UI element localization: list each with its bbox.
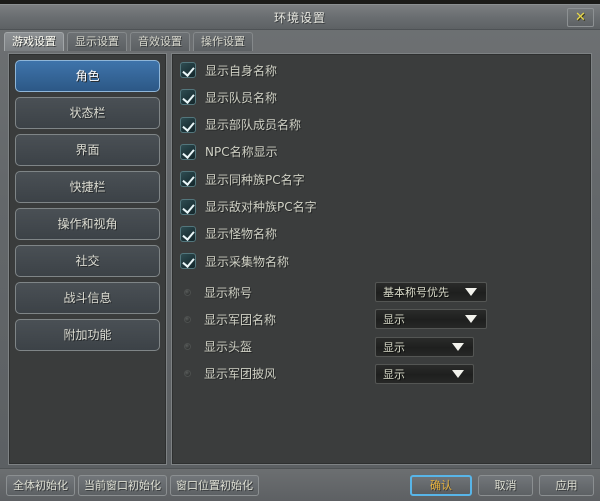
checkbox-checked-icon[interactable] <box>180 198 196 215</box>
checkbox-label: 显示同种族PC名字 <box>205 172 305 187</box>
checkbox-checked-icon[interactable] <box>180 116 196 133</box>
checkbox-row[interactable]: 显示同种族PC名字 <box>172 168 305 190</box>
sidebar-item-label: 状态栏 <box>69 106 106 120</box>
sidebar-item-0[interactable]: 角色 <box>15 60 160 92</box>
button-label: 全体初始化 <box>13 479 68 492</box>
body-area: 角色 状态栏 界面 快捷栏 操作和视角 社交 战斗信息 附加功能 显示自身名称 显示队员名称 显示… <box>0 51 600 468</box>
footer-left-button-0[interactable]: 全体初始化 <box>6 475 75 496</box>
button-label: 确认 <box>430 479 452 492</box>
checkbox-row[interactable]: 显示敌对种族PC名字 <box>172 196 317 218</box>
footer-left-button-2[interactable]: 窗口位置初始化 <box>170 475 259 496</box>
tab-strip: 游戏设置 显示设置 音效设置 操作设置 <box>0 30 600 51</box>
dropdown-value: 显示 <box>383 367 405 381</box>
tab-label: 操作设置 <box>201 35 245 48</box>
checkbox-checked-icon[interactable] <box>180 143 196 160</box>
dropdown-select[interactable]: 显示 <box>375 309 487 330</box>
checkbox-row[interactable]: 显示队员名称 <box>172 86 277 108</box>
dropdown-value: 显示 <box>383 313 405 327</box>
checkbox-checked-icon[interactable] <box>180 253 196 270</box>
dropdown-label: 显示军团名称 <box>204 312 277 327</box>
checkbox-label: 显示自身名称 <box>205 63 278 78</box>
settings-window: 环境设置 ✕ 游戏设置 显示设置 音效设置 操作设置 角色状态栏界面快捷栏操作和视角社… <box>0 4 600 501</box>
chevron-down-icon[interactable] <box>452 342 464 351</box>
dropdown-select[interactable]: 基本称号优先 <box>375 282 487 302</box>
bullet-icon <box>184 288 191 296</box>
button-label: 取消 <box>494 479 517 492</box>
footer-right-button-0[interactable]: 确认 <box>410 475 472 496</box>
dropdown-row: 显示军团名称 <box>172 308 276 330</box>
tab-1[interactable]: 显示设置 <box>67 32 127 51</box>
checkbox-label: 显示怪物名称 <box>205 227 278 242</box>
sidebar-item-label: 界面 <box>75 143 100 157</box>
checkbox-row[interactable]: NPC名称显示 <box>172 141 278 163</box>
close-icon: ✕ <box>575 10 586 25</box>
checkbox-checked-icon[interactable] <box>180 62 196 78</box>
window-title: 环境设置 <box>273 11 326 25</box>
sidebar-item-label: 社交 <box>75 254 100 268</box>
chevron-down-icon[interactable] <box>452 369 464 378</box>
sidebar-item-label: 战斗信息 <box>63 291 112 305</box>
dropdown-label: 显示军团披风 <box>204 367 277 382</box>
bullet-icon <box>184 370 191 378</box>
checkbox-label: 显示敌对种族PC名字 <box>205 200 317 214</box>
sidebar-item-3[interactable]: 快捷栏 <box>15 171 160 203</box>
footer-right-button-1[interactable]: 取消 <box>478 475 533 496</box>
button-label: 窗口位置初始化 <box>176 479 253 492</box>
title-bar: 环境设置 ✕ <box>0 5 600 30</box>
bullet-icon <box>184 343 191 351</box>
sidebar-item-1[interactable]: 状态栏 <box>15 97 160 129</box>
sidebar-item-5[interactable]: 社交 <box>15 245 160 277</box>
checkbox-label: 显示采集物名称 <box>205 254 290 269</box>
sidebar-item-2[interactable]: 界面 <box>15 134 160 166</box>
dropdown-value: 显示 <box>383 340 405 354</box>
button-label: 当前窗口初始化 <box>84 479 161 492</box>
sidebar-item-4[interactable]: 操作和视角 <box>15 208 160 240</box>
tab-0[interactable]: 游戏设置 <box>4 32 64 51</box>
sidebar-item-6[interactable]: 战斗信息 <box>15 282 160 314</box>
tab-label: 显示设置 <box>75 35 119 48</box>
tab-label: 音效设置 <box>138 35 182 48</box>
checkbox-label: 显示部队成员名称 <box>205 118 302 133</box>
tab-3[interactable]: 操作设置 <box>193 32 253 51</box>
button-label: 应用 <box>555 479 578 492</box>
content-panel: 显示自身名称 显示队员名称显示部队成员名称 NPC名称显示显示同种族PC名字 显示敌对… <box>171 53 592 465</box>
checkbox-label: 显示队员名称 <box>205 90 278 105</box>
sidebar-item-label: 角色 <box>75 69 100 83</box>
chevron-down-icon[interactable] <box>465 315 477 324</box>
footer-bar: 全体初始化 当前窗口初始化 窗口位置初始化 应用 取消 确认 <box>0 468 600 501</box>
dropdown-row: 显示称号 <box>172 281 252 303</box>
checkbox-label: NPC名称显示 <box>205 145 278 160</box>
sidebar-item-label: 快捷栏 <box>69 180 106 194</box>
dropdown-label: 显示头盔 <box>204 340 253 355</box>
sidebar-item-label: 操作和视角 <box>57 217 118 231</box>
footer-left-button-1[interactable]: 当前窗口初始化 <box>78 475 167 496</box>
checkbox-row[interactable]: 显示怪物名称 <box>172 223 277 245</box>
sidebar-panel: 角色状态栏界面快捷栏操作和视角社交战斗信息附加功能 <box>8 53 167 465</box>
checkbox-checked-icon[interactable] <box>180 89 196 106</box>
checkbox-row[interactable]: 显示自身名称 <box>172 59 277 81</box>
footer-right-button-2[interactable]: 应用 <box>539 475 594 496</box>
checkbox-row[interactable]: 显示部队成员名称 <box>172 114 301 136</box>
bullet-icon <box>184 315 191 323</box>
dropdown-row: 显示军团披风 <box>172 363 276 385</box>
chevron-down-icon[interactable] <box>465 288 477 296</box>
sidebar-item-label: 附加功能 <box>63 328 112 342</box>
checkbox-checked-icon[interactable] <box>180 171 196 188</box>
checkbox-checked-icon[interactable] <box>180 225 196 242</box>
close-button[interactable]: ✕ <box>567 8 594 27</box>
dropdown-select[interactable]: 显示 <box>375 336 474 357</box>
dropdown-label: 显示称号 <box>204 285 253 300</box>
dropdown-select[interactable]: 显示 <box>375 363 474 384</box>
tab-2[interactable]: 音效设置 <box>130 32 190 51</box>
checkbox-row[interactable]: 显示采集物名称 <box>172 250 289 272</box>
dropdown-row: 显示头盔 <box>172 336 252 358</box>
dropdown-value: 基本称号优先 <box>383 286 449 299</box>
tab-label: 游戏设置 <box>12 35 56 48</box>
sidebar-item-7[interactable]: 附加功能 <box>15 319 160 351</box>
